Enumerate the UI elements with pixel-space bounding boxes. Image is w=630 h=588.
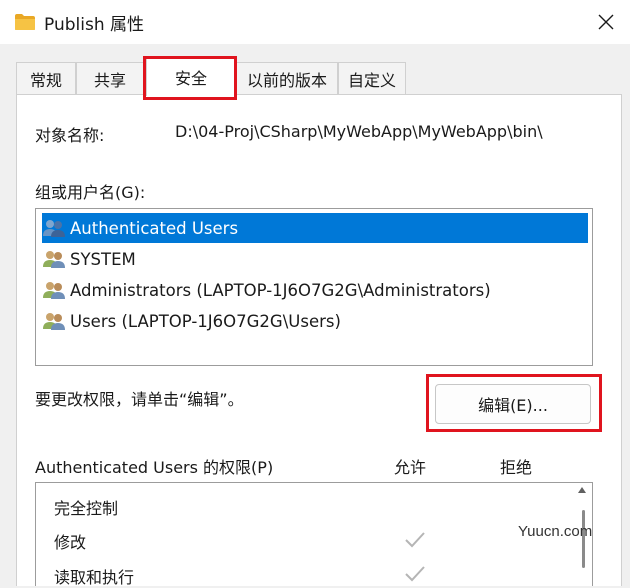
change-permissions-hint: 要更改权限，请单击“编辑”。: [35, 390, 244, 409]
permission-modify: 修改: [54, 533, 87, 552]
user-item-administrators[interactable]: Administrators (LAPTOP-1J6O7G2G\Administ…: [42, 275, 588, 305]
allow-check-icon: [405, 532, 425, 548]
object-path: D:\04-Proj\CSharp\MyWebApp\MyWebApp\bin\: [175, 122, 543, 141]
allow-check-icon: [405, 566, 425, 582]
folder-icon: [15, 14, 35, 30]
object-name-label: 对象名称:: [35, 126, 105, 145]
close-icon: [598, 14, 614, 30]
window-title: Publish 属性: [44, 15, 144, 35]
allow-column-header: 允许: [394, 458, 427, 477]
user-item-label: Authenticated Users: [70, 218, 239, 238]
user-item-authenticated-users[interactable]: Authenticated Users: [42, 213, 588, 243]
tab-security[interactable]: 安全: [146, 56, 236, 96]
tab-previous-versions[interactable]: 以前的版本: [236, 62, 338, 94]
groups-label: 组或用户名(G):: [35, 183, 146, 202]
edit-button[interactable]: 编辑(E)...: [435, 384, 591, 424]
title-bar: Publish 属性: [0, 0, 630, 44]
users-icon: [43, 220, 65, 237]
user-item-users[interactable]: Users (LAPTOP-1J6O7G2G\Users): [42, 306, 588, 336]
users-icon: [43, 251, 65, 268]
user-item-label: SYSTEM: [70, 249, 136, 269]
watermark: Yuucn.com: [518, 523, 593, 540]
users-icon: [43, 313, 65, 330]
user-list[interactable]: Authenticated Users SYSTEM Administrator…: [35, 208, 593, 366]
tab-sharing[interactable]: 共享: [76, 62, 144, 94]
permission-read-execute: 读取和执行: [54, 568, 135, 587]
close-button[interactable]: [590, 6, 622, 38]
deny-column-header: 拒绝: [500, 458, 533, 477]
scroll-up-arrow-icon[interactable]: [577, 486, 587, 494]
permissions-list: 完全控制 修改 读取和执行: [35, 482, 593, 587]
user-item-label: Administrators (LAPTOP-1J6O7G2G\Administ…: [70, 280, 491, 300]
user-item-system[interactable]: SYSTEM: [42, 244, 588, 274]
permissions-label: Authenticated Users 的权限(P): [35, 458, 274, 477]
users-icon: [43, 282, 65, 299]
user-item-label: Users (LAPTOP-1J6O7G2G\Users): [70, 311, 341, 331]
tab-customize[interactable]: 自定义: [338, 62, 406, 94]
permission-full-control: 完全控制: [54, 499, 119, 518]
tab-general[interactable]: 常规: [16, 62, 76, 94]
